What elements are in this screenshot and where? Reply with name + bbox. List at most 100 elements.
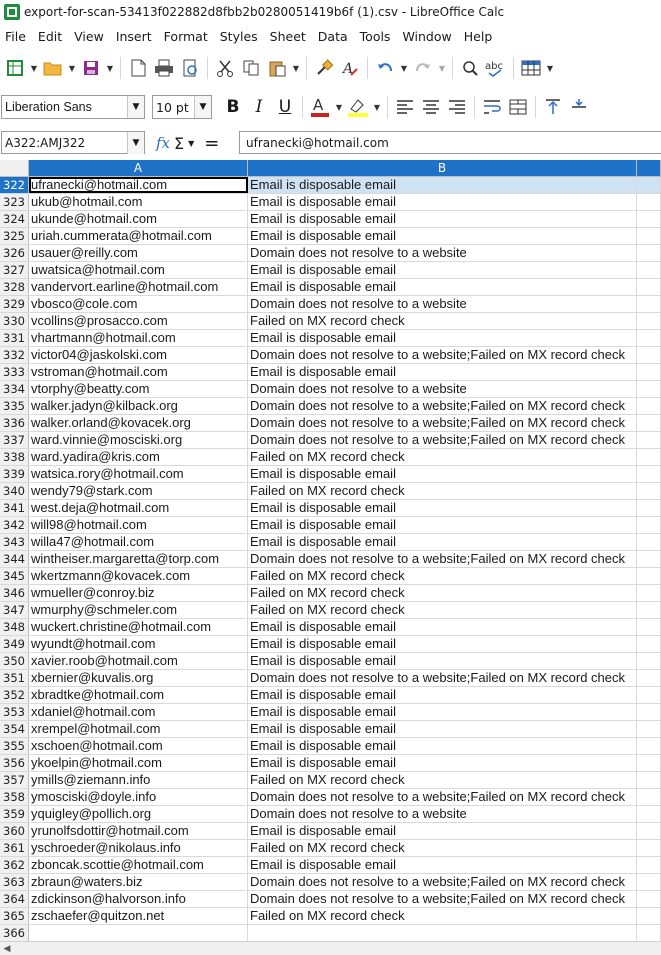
- row-header[interactable]: 334: [0, 381, 29, 397]
- cell-status[interactable]: Domain does not resolve to a website;Fai…: [248, 874, 637, 890]
- cell-status[interactable]: Failed on MX record check: [248, 602, 637, 618]
- cell-empty[interactable]: [637, 823, 661, 839]
- formula-input[interactable]: ufranecki@hotmail.com: [239, 131, 661, 154]
- row-header[interactable]: 332: [0, 347, 29, 363]
- align-middle-icon[interactable]: [566, 94, 592, 120]
- cell-email[interactable]: ward.vinnie@mosciski.org: [29, 432, 248, 448]
- wrap-text-icon[interactable]: [479, 94, 505, 120]
- cell-email[interactable]: vandervort.earline@hotmail.com: [29, 279, 248, 295]
- cell-empty[interactable]: [637, 364, 661, 380]
- cell-status[interactable]: Email is disposable email: [248, 823, 637, 839]
- cell-status[interactable]: Email is disposable email: [248, 228, 637, 244]
- cell-empty[interactable]: [637, 381, 661, 397]
- cell-email[interactable]: vhartmann@hotmail.com: [29, 330, 248, 346]
- open-folder-icon[interactable]: [40, 55, 66, 81]
- row-header[interactable]: 326: [0, 245, 29, 261]
- cell-email[interactable]: yschroeder@nikolaus.info: [29, 840, 248, 856]
- cell-empty[interactable]: [637, 721, 661, 737]
- cell-empty[interactable]: [637, 262, 661, 278]
- cell-empty[interactable]: [637, 177, 661, 193]
- spreadsheet-grid[interactable]: A B 322 ufranecki@hotmail.com Email is dis…: [0, 160, 661, 942]
- print-preview-icon[interactable]: [177, 55, 203, 81]
- align-right-icon[interactable]: [444, 94, 470, 120]
- cell-empty[interactable]: [637, 738, 661, 754]
- cell-empty[interactable]: [637, 704, 661, 720]
- cell-status[interactable]: Domain does not resolve to a website;Fai…: [248, 398, 637, 414]
- row-header[interactable]: 324: [0, 211, 29, 227]
- cell-email[interactable]: xrempel@hotmail.com: [29, 721, 248, 737]
- cell-email[interactable]: wmurphy@schmeler.com: [29, 602, 248, 618]
- cell-status[interactable]: Email is disposable email: [248, 704, 637, 720]
- row-header[interactable]: 351: [0, 670, 29, 686]
- chevron-down-icon[interactable]: ▼: [194, 96, 211, 118]
- chevron-down-icon[interactable]: ▼: [66, 55, 78, 81]
- cell-empty[interactable]: [637, 874, 661, 890]
- chevron-down-icon[interactable]: ▼: [127, 96, 144, 118]
- cell-status[interactable]: Domain does not resolve to a website: [248, 245, 637, 261]
- cell-email[interactable]: ukunde@hotmail.com: [29, 211, 248, 227]
- formula-content[interactable]: ufranecki@hotmail.com: [240, 136, 389, 150]
- cell-empty[interactable]: [637, 925, 661, 941]
- cell-email[interactable]: yquigley@pollich.org: [29, 806, 248, 822]
- cell-empty[interactable]: [637, 398, 661, 414]
- row-header[interactable]: 349: [0, 636, 29, 652]
- menu-sheet[interactable]: Sheet: [264, 29, 312, 44]
- row-header[interactable]: 346: [0, 585, 29, 601]
- cell-email[interactable]: ymills@ziemann.info: [29, 772, 248, 788]
- cell-empty[interactable]: [637, 534, 661, 550]
- cell-empty[interactable]: [637, 211, 661, 227]
- menu-styles[interactable]: Styles: [214, 29, 264, 44]
- cell-empty[interactable]: [637, 347, 661, 363]
- cell-email[interactable]: walker.jadyn@kilback.org: [29, 398, 248, 414]
- chevron-down-icon[interactable]: ▼: [371, 94, 383, 120]
- cell-empty[interactable]: [637, 466, 661, 482]
- row-header[interactable]: 323: [0, 194, 29, 210]
- menu-help[interactable]: Help: [458, 29, 499, 44]
- row-header[interactable]: 352: [0, 687, 29, 703]
- print-icon[interactable]: [151, 55, 177, 81]
- redo-icon[interactable]: [410, 55, 436, 81]
- cell-empty[interactable]: [637, 279, 661, 295]
- cell-status[interactable]: Email is disposable email: [248, 738, 637, 754]
- cell-email[interactable]: ykoelpin@hotmail.com: [29, 755, 248, 771]
- font-name-value[interactable]: Liberation Sans: [2, 100, 127, 114]
- cell-status[interactable]: Email is disposable email: [248, 364, 637, 380]
- cell-status[interactable]: Email is disposable email: [248, 517, 637, 533]
- row-header[interactable]: 325: [0, 228, 29, 244]
- row-column-icon[interactable]: [518, 55, 544, 81]
- chevron-down-icon[interactable]: ▼: [127, 131, 144, 154]
- cell-email[interactable]: xdaniel@hotmail.com: [29, 704, 248, 720]
- font-name-box[interactable]: Liberation Sans ▼: [1, 95, 145, 119]
- cell-email[interactable]: ward.yadira@kris.com: [29, 449, 248, 465]
- clone-formatting-icon[interactable]: [311, 55, 337, 81]
- cell-status[interactable]: Failed on MX record check: [248, 908, 637, 924]
- cell-status[interactable]: Failed on MX record check: [248, 840, 637, 856]
- cell-empty[interactable]: [637, 585, 661, 601]
- cell-email[interactable]: [29, 925, 248, 941]
- cell-status[interactable]: Domain does not resolve to a website;Fai…: [248, 789, 637, 805]
- cell-email[interactable]: xschoen@hotmail.com: [29, 738, 248, 754]
- cell-status[interactable]: Domain does not resolve to a website;Fai…: [248, 415, 637, 431]
- cell-empty[interactable]: [637, 245, 661, 261]
- cell-email[interactable]: xbernier@kuvalis.org: [29, 670, 248, 686]
- row-header[interactable]: 348: [0, 619, 29, 635]
- italic-icon[interactable]: I: [246, 94, 272, 120]
- cell-email[interactable]: vcollins@prosacco.com: [29, 313, 248, 329]
- cell-empty[interactable]: [637, 687, 661, 703]
- cell-email[interactable]: vtorphy@beatty.com: [29, 381, 248, 397]
- cell-status[interactable]: Domain does not resolve to a website;Fai…: [248, 551, 637, 567]
- row-header[interactable]: 361: [0, 840, 29, 856]
- cell-empty[interactable]: [637, 449, 661, 465]
- cell-empty[interactable]: [637, 840, 661, 856]
- bold-icon[interactable]: B: [220, 94, 246, 120]
- row-header[interactable]: 336: [0, 415, 29, 431]
- cell-email[interactable]: wintheiser.margaretta@torp.com: [29, 551, 248, 567]
- cell-status[interactable]: Domain does not resolve to a website;Fai…: [248, 432, 637, 448]
- spelling-icon[interactable]: abc: [483, 55, 509, 81]
- menu-edit[interactable]: Edit: [32, 29, 68, 44]
- cell-empty[interactable]: [637, 415, 661, 431]
- font-size-box[interactable]: 10 pt ▼: [152, 95, 212, 119]
- chevron-down-icon[interactable]: ▼: [28, 55, 40, 81]
- name-box-value[interactable]: A322:AMJ322: [2, 136, 127, 150]
- cell-email[interactable]: usauer@reilly.com: [29, 245, 248, 261]
